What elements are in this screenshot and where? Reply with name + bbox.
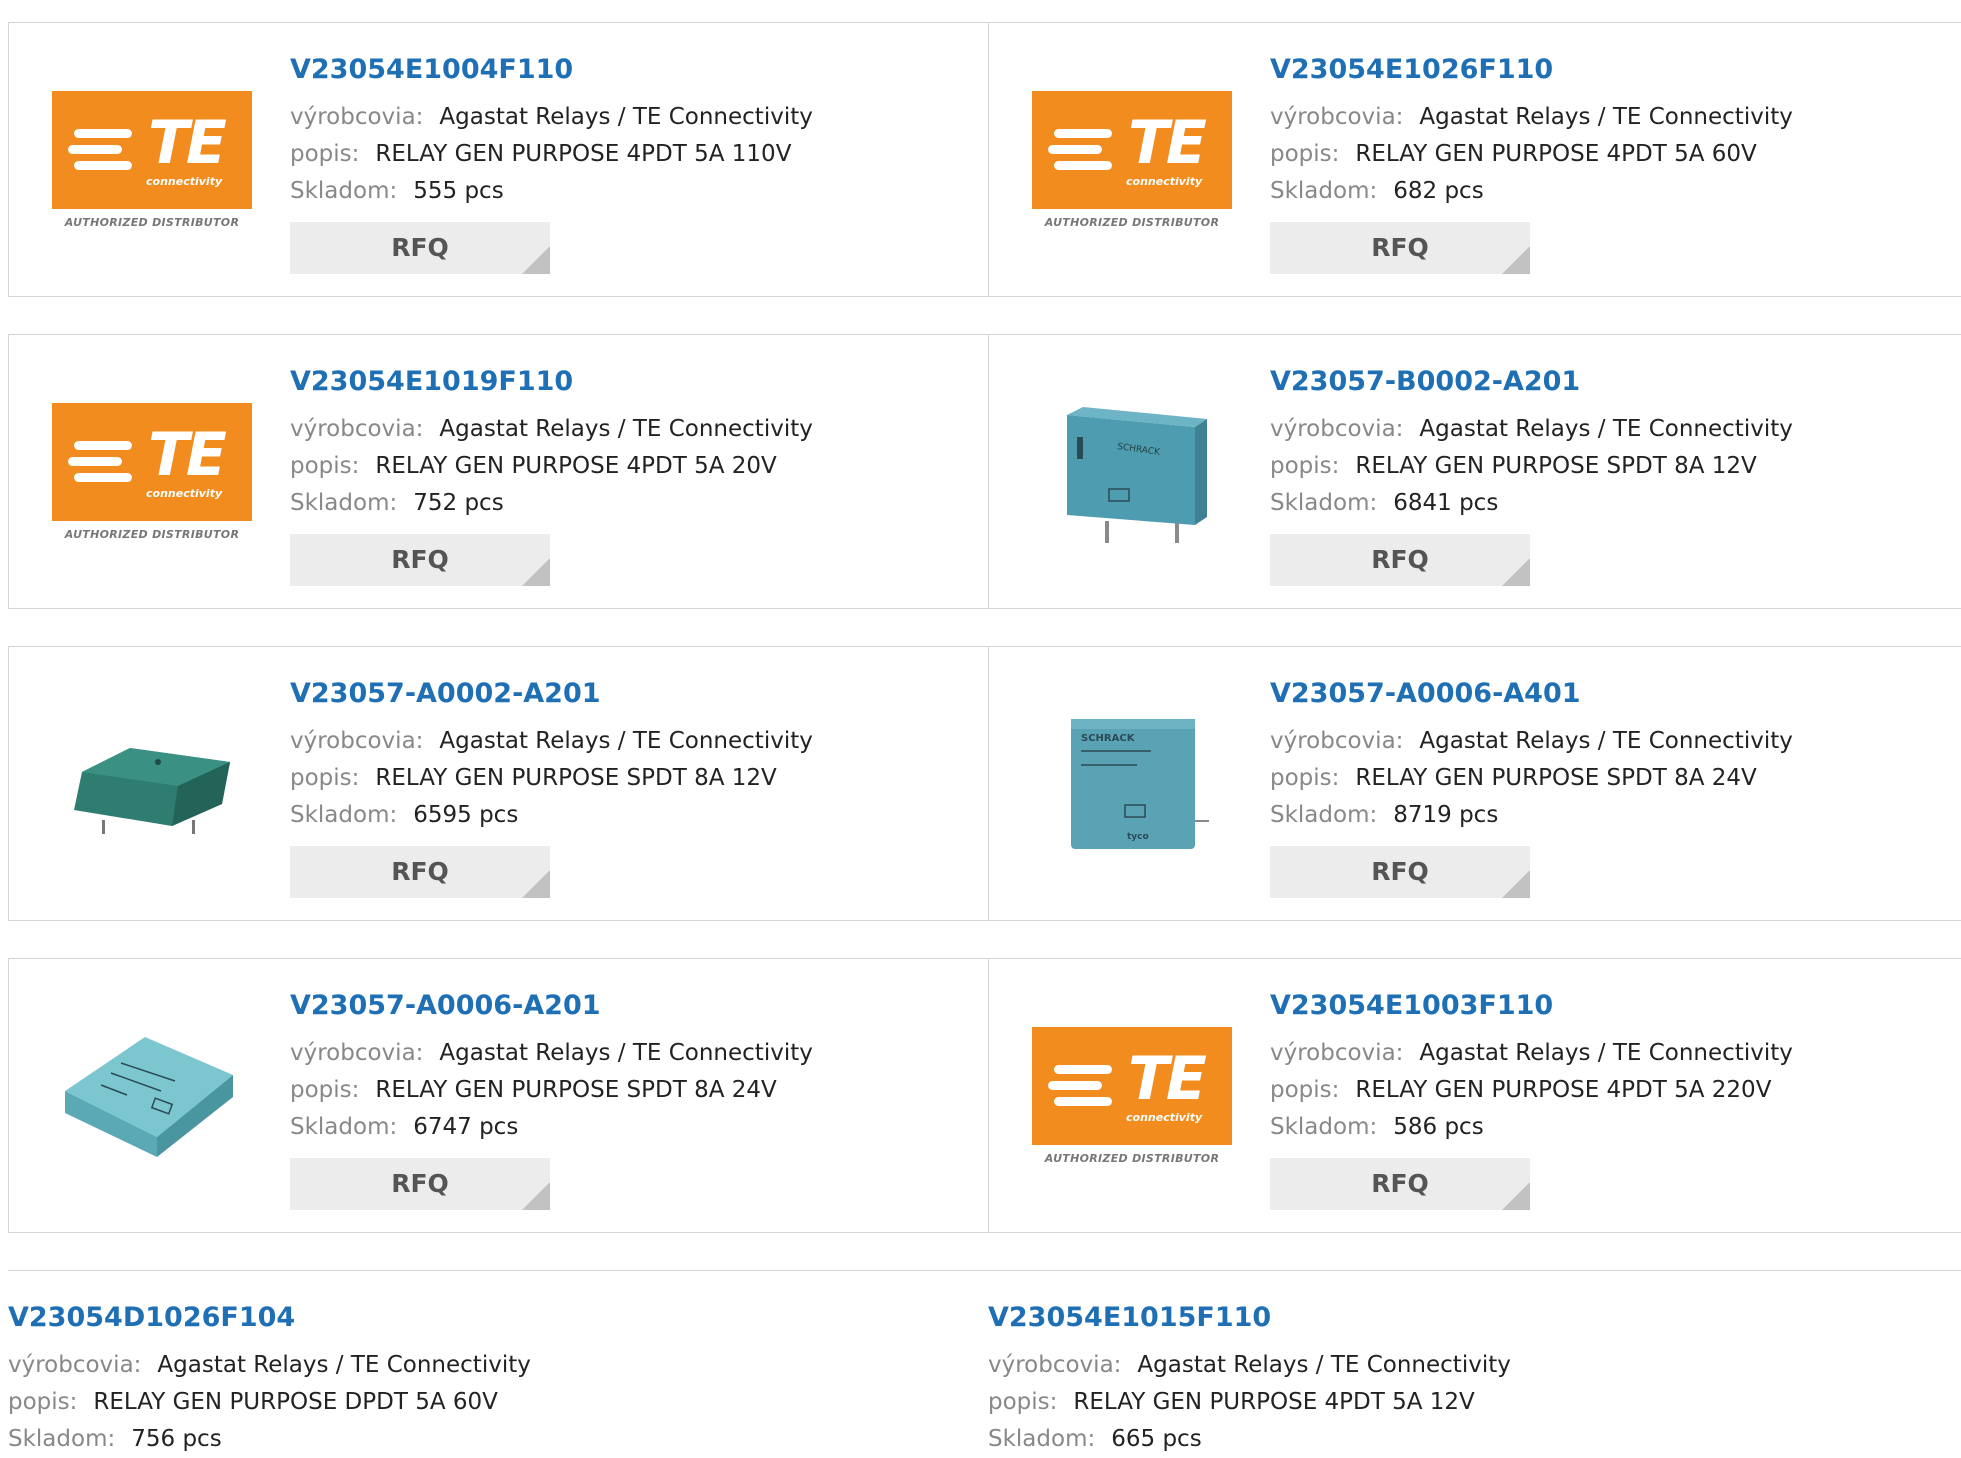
description-label: popis: xyxy=(1270,453,1340,479)
product-card: TE connectivity AUTHORIZED DISTRIBUTOR V… xyxy=(8,334,990,609)
description-value: RELAY GEN PURPOSE DPDT 5A 60V xyxy=(93,1389,498,1415)
rfq-button[interactable]: RFQ xyxy=(290,1158,550,1210)
description-label: popis: xyxy=(290,141,360,167)
manufacturer-label: výrobcovia: xyxy=(8,1352,142,1378)
product-name-link[interactable]: V23057-A0006-A401 xyxy=(1270,677,1793,711)
stock-label: Skladom: xyxy=(290,490,398,516)
description-value: RELAY GEN PURPOSE SPDT 8A 24V xyxy=(1355,765,1757,791)
manufacturer-value: Agastat Relays / TE Connectivity xyxy=(439,1040,813,1066)
manufacturer-label: výrobcovia: xyxy=(290,104,424,130)
product-card: TE connectivity AUTHORIZED DISTRIBUTOR V… xyxy=(8,22,990,297)
rfq-button[interactable]: RFQ xyxy=(290,534,550,586)
manufacturer-label: výrobcovia: xyxy=(1270,416,1404,442)
product-name-link[interactable]: V23054E1004F110 xyxy=(290,53,813,87)
te-logo[interactable]: TE connectivity AUTHORIZED DISTRIBUTOR xyxy=(47,397,257,547)
relay-flat-dark-photo[interactable] xyxy=(47,709,257,859)
product-name-link[interactable]: V23054E1015F110 xyxy=(988,1301,1511,1335)
description-label: popis: xyxy=(988,1389,1058,1415)
relay-upright-photo[interactable]: SCHRACK xyxy=(1027,397,1237,547)
manufacturer-label: výrobcovia: xyxy=(290,728,424,754)
manufacturer-value: Agastat Relays / TE Connectivity xyxy=(439,416,813,442)
product-card: TE connectivity AUTHORIZED DISTRIBUTOR V… xyxy=(988,958,1961,1233)
stock-value: 682 pcs xyxy=(1393,178,1484,204)
manufacturer-value: Agastat Relays / TE Connectivity xyxy=(439,728,813,754)
svg-text:tyco: tyco xyxy=(1127,832,1149,842)
product-card: V23054D1026F104 výrobcovia: Agastat Relay… xyxy=(8,1270,990,1453)
stock-value: 6841 pcs xyxy=(1393,490,1499,516)
product-card: V23054E1015F110 výrobcovia: Agastat Relay… xyxy=(988,1270,1961,1453)
manufacturer-label: výrobcovia: xyxy=(1270,1040,1404,1066)
description-value: RELAY GEN PURPOSE 4PDT 5A 12V xyxy=(1073,1389,1475,1415)
description-label: popis: xyxy=(1270,765,1340,791)
manufacturer-value: Agastat Relays / TE Connectivity xyxy=(157,1352,531,1378)
svg-text:SCHRACK: SCHRACK xyxy=(1081,733,1136,744)
description-label: popis: xyxy=(1270,141,1340,167)
description-value: RELAY GEN PURPOSE 4PDT 5A 20V xyxy=(375,453,777,479)
manufacturer-label: výrobcovia: xyxy=(1270,104,1404,130)
manufacturer-label: výrobcovia: xyxy=(1270,728,1404,754)
manufacturer-label: výrobcovia: xyxy=(988,1352,1122,1378)
stock-value: 555 pcs xyxy=(413,178,504,204)
product-name-link[interactable]: V23057-A0006-A201 xyxy=(290,989,813,1023)
stock-value: 6747 pcs xyxy=(413,1114,519,1140)
stock-label: Skladom: xyxy=(290,1114,398,1140)
stock-value: 752 pcs xyxy=(413,490,504,516)
description-value: RELAY GEN PURPOSE SPDT 8A 12V xyxy=(375,765,777,791)
manufacturer-value: Agastat Relays / TE Connectivity xyxy=(439,104,813,130)
rfq-button[interactable]: RFQ xyxy=(1270,1158,1530,1210)
product-card: TE connectivity AUTHORIZED DISTRIBUTOR V… xyxy=(988,22,1961,297)
description-label: popis: xyxy=(290,1077,360,1103)
rfq-button[interactable]: RFQ xyxy=(290,222,550,274)
stock-label: Skladom: xyxy=(1270,178,1378,204)
stock-label: Skladom: xyxy=(1270,1114,1378,1140)
manufacturer-value: Agastat Relays / TE Connectivity xyxy=(1419,104,1793,130)
description-label: popis: xyxy=(8,1389,78,1415)
product-card: V23057-A0006-A201 výrobcovia: Agastat Rel… xyxy=(8,958,990,1233)
stock-label: Skladom: xyxy=(8,1426,116,1452)
rfq-button[interactable]: RFQ xyxy=(1270,222,1530,274)
te-logo[interactable]: TE connectivity AUTHORIZED DISTRIBUTOR xyxy=(1027,1021,1237,1171)
manufacturer-value: Agastat Relays / TE Connectivity xyxy=(1419,1040,1793,1066)
stock-value: 756 pcs xyxy=(131,1426,222,1452)
product-name-link[interactable]: V23057-B0002-A201 xyxy=(1270,365,1793,399)
rfq-button[interactable]: RFQ xyxy=(1270,534,1530,586)
description-value: RELAY GEN PURPOSE 4PDT 5A 110V xyxy=(375,141,792,167)
description-value: RELAY GEN PURPOSE SPDT 8A 24V xyxy=(375,1077,777,1103)
rfq-button[interactable]: RFQ xyxy=(290,846,550,898)
manufacturer-label: výrobcovia: xyxy=(290,1040,424,1066)
description-label: popis: xyxy=(1270,1077,1340,1103)
manufacturer-value: Agastat Relays / TE Connectivity xyxy=(1419,416,1793,442)
product-name-link[interactable]: V23054E1026F110 xyxy=(1270,53,1793,87)
description-value: RELAY GEN PURPOSE 4PDT 5A 60V xyxy=(1355,141,1757,167)
stock-label: Skladom: xyxy=(290,802,398,828)
product-card: SCHRACK V23057-B0002-A201 výrobcovia: Aga… xyxy=(988,334,1961,609)
product-name-link[interactable]: V23054E1003F110 xyxy=(1270,989,1793,1023)
stock-label: Skladom: xyxy=(1270,490,1378,516)
manufacturer-label: výrobcovia: xyxy=(290,416,424,442)
stock-label: Skladom: xyxy=(988,1426,1096,1452)
product-name-link[interactable]: V23054E1019F110 xyxy=(290,365,813,399)
relay-flat-light-photo[interactable] xyxy=(47,1021,257,1171)
relay-front-photo[interactable]: SCHRACK tyco xyxy=(1027,709,1237,859)
manufacturer-value: Agastat Relays / TE Connectivity xyxy=(1137,1352,1511,1378)
description-value: RELAY GEN PURPOSE 4PDT 5A 220V xyxy=(1355,1077,1772,1103)
product-card: SCHRACK tyco V23057-A0006-A401 výrobcovi… xyxy=(988,646,1961,921)
te-logo[interactable]: TE connectivity AUTHORIZED DISTRIBUTOR xyxy=(47,85,257,235)
te-logo[interactable]: TE connectivity AUTHORIZED DISTRIBUTOR xyxy=(1027,85,1237,235)
manufacturer-value: Agastat Relays / TE Connectivity xyxy=(1419,728,1793,754)
stock-value: 6595 pcs xyxy=(413,802,519,828)
stock-value: 665 pcs xyxy=(1111,1426,1202,1452)
rfq-button[interactable]: RFQ xyxy=(1270,846,1530,898)
product-name-link[interactable]: V23054D1026F104 xyxy=(8,1301,531,1335)
description-label: popis: xyxy=(290,765,360,791)
stock-value: 586 pcs xyxy=(1393,1114,1484,1140)
stock-label: Skladom: xyxy=(1270,802,1378,828)
stock-label: Skladom: xyxy=(290,178,398,204)
product-card: V23057-A0002-A201 výrobcovia: Agastat Rel… xyxy=(8,646,990,921)
stock-value: 8719 pcs xyxy=(1393,802,1499,828)
product-name-link[interactable]: V23057-A0002-A201 xyxy=(290,677,813,711)
description-value: RELAY GEN PURPOSE SPDT 8A 12V xyxy=(1355,453,1757,479)
description-label: popis: xyxy=(290,453,360,479)
